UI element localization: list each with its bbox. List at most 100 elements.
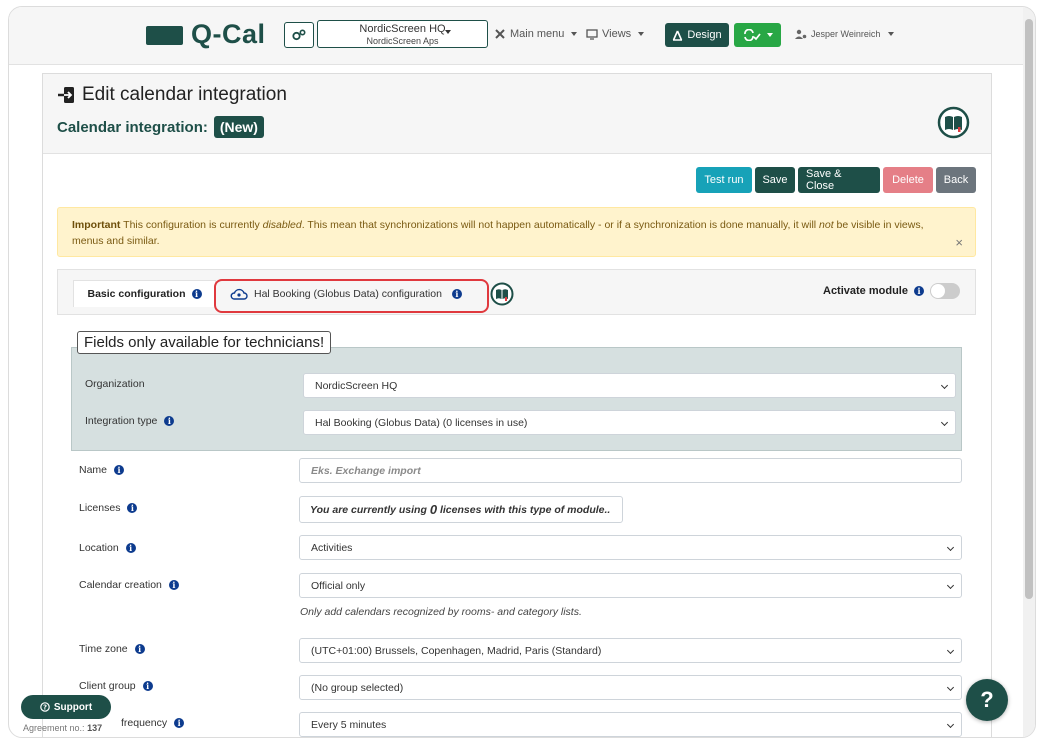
support-button[interactable]: ? Support: [21, 695, 111, 719]
org-settings-button[interactable]: [284, 22, 314, 48]
info-icon[interactable]: i: [114, 465, 125, 475]
name-input[interactable]: Eks. Exchange import: [299, 458, 962, 483]
organization-select[interactable]: NordicScreen HQ: [303, 373, 956, 398]
info-icon[interactable]: i: [134, 644, 145, 654]
design-button[interactable]: Design: [665, 23, 729, 47]
top-navbar: Q-Cal NordicScreen HQ NordicScreen Aps M…: [9, 7, 1023, 65]
views-dropdown[interactable]: Views: [586, 28, 645, 40]
time-zone-select[interactable]: (UTC+01:00) Brussels, Copenhagen, Madrid…: [299, 638, 962, 663]
tab-basic-label: Basic configuration: [87, 288, 186, 300]
technician-fields-legend: Fields only available for technicians!: [77, 331, 332, 354]
help-button[interactable]: ?: [966, 679, 1008, 721]
info-icon[interactable]: i: [142, 681, 153, 691]
chevron-down-icon: [940, 381, 949, 390]
page-scrollbar[interactable]: [1023, 7, 1035, 737]
name-label-text: Name: [79, 464, 108, 476]
tools-icon: [495, 29, 505, 39]
info-icon[interactable]: i: [174, 718, 185, 728]
activate-module: Activate module i: [823, 283, 960, 299]
chevron-down-icon: [888, 32, 895, 36]
licenses-label: Licenses i: [79, 502, 138, 514]
licenses-label-text: Licenses: [79, 502, 121, 514]
save-button[interactable]: Save: [755, 167, 795, 193]
page-title-text: Edit calendar integration: [82, 84, 287, 105]
integration-subtitle: Calendar integration: (New): [57, 116, 264, 138]
integration-type-select[interactable]: Hal Booking (Globus Data) (0 licenses in…: [303, 410, 956, 435]
logo-text[interactable]: Q-Cal: [191, 19, 266, 50]
location-select[interactable]: Activities: [299, 535, 962, 560]
info-icon[interactable]: i: [164, 416, 175, 426]
integration-type-label: Integration type i: [85, 415, 175, 427]
info-icon[interactable]: i: [125, 543, 136, 553]
alert-text-1: This configuration is currently: [120, 219, 263, 231]
frequency-select[interactable]: Every 5 minutes: [299, 712, 962, 737]
page-title: Edit calendar integration: [57, 84, 287, 106]
licenses-text-pre: You are currently using: [310, 503, 430, 516]
activate-label: Activate module: [823, 285, 908, 297]
calendar-creation-label: Calendar creation i: [79, 579, 179, 591]
name-label: Name i: [79, 464, 125, 476]
organization-label: Organization: [85, 378, 145, 390]
close-icon[interactable]: ×: [955, 235, 963, 251]
delete-button[interactable]: Delete: [883, 167, 933, 193]
location-value: Activities: [311, 541, 353, 554]
info-icon[interactable]: i: [168, 580, 179, 590]
calendar-creation-help: Only add calendars recognized by rooms- …: [300, 606, 582, 618]
chevron-down-icon: [638, 32, 645, 36]
sync-status-dropdown[interactable]: [734, 23, 781, 47]
main-menu-label: Main menu: [510, 28, 565, 40]
organization-switcher[interactable]: NordicScreen HQ NordicScreen Aps: [317, 20, 488, 48]
question-circle-icon: ?: [40, 702, 50, 712]
time-zone-label: Time zone i: [79, 643, 145, 655]
sign-in-icon: [58, 87, 74, 103]
chevron-down-icon: [946, 543, 955, 552]
sync-check-icon: [743, 29, 761, 41]
time-zone-label-text: Time zone: [79, 643, 128, 655]
agreement-value: 137: [87, 723, 103, 733]
technician-fields-box: [71, 347, 962, 451]
manual-book-icon[interactable]: [490, 282, 514, 306]
info-icon[interactable]: i: [127, 503, 138, 513]
chevron-down-icon: [946, 683, 955, 692]
alert-strong: Important: [72, 219, 121, 231]
integration-type-label-text: Integration type: [85, 415, 158, 427]
panel-header: Edit calendar integration Calendar integ…: [43, 74, 991, 154]
gears-icon: [292, 29, 306, 41]
chevron-down-icon: [940, 418, 949, 427]
design-label: Design: [687, 29, 722, 41]
main-menu-dropdown[interactable]: Main menu: [494, 28, 578, 40]
scrollbar-thumb[interactable]: [1025, 19, 1033, 599]
save-close-button[interactable]: Save & Close: [798, 167, 880, 193]
logo-mark: [146, 26, 183, 45]
user-menu[interactable]: Jesper Weinreich: [795, 29, 895, 39]
tab-basic-configuration[interactable]: Basic configuration i: [73, 280, 216, 307]
org-switcher-name: NordicScreen HQ: [359, 23, 446, 35]
new-badge: (New): [213, 116, 264, 138]
activate-module-toggle[interactable]: [929, 283, 960, 299]
chevron-down-icon: [946, 581, 955, 590]
support-label: Support: [53, 701, 93, 713]
licenses-text-post: licenses with this type of module..: [437, 503, 611, 516]
organization-value: NordicScreen HQ: [315, 379, 398, 392]
agreement-label: Agreement no.:: [23, 723, 85, 733]
licenses-count: 0: [429, 502, 438, 517]
info-icon[interactable]: i: [191, 289, 202, 299]
action-buttons: Test run Save Save & Close Delete Back: [696, 167, 976, 193]
back-button[interactable]: Back: [936, 167, 976, 193]
client-group-label-text: Client group: [79, 680, 136, 692]
calendar-creation-value: Official only: [311, 579, 366, 592]
views-label: Views: [602, 28, 632, 40]
info-icon[interactable]: i: [913, 286, 924, 296]
disabled-warning-alert: Important This configuration is currentl…: [57, 207, 976, 257]
manual-book-icon[interactable]: [937, 106, 970, 139]
integration-type-value: Hal Booking (Globus Data) (0 licenses in…: [315, 416, 528, 429]
chevron-down-icon: [946, 720, 955, 729]
tab-highlight-ring: [214, 279, 489, 313]
calendar-creation-select[interactable]: Official only: [299, 573, 962, 598]
calendar-creation-label-text: Calendar creation: [79, 579, 162, 591]
client-group-select[interactable]: (No group selected): [299, 675, 962, 700]
monitor-icon: [586, 28, 598, 40]
test-run-button[interactable]: Test run: [696, 167, 752, 193]
edit-integration-panel: Edit calendar integration Calendar integ…: [42, 73, 992, 737]
alert-em-not: not: [819, 219, 834, 231]
